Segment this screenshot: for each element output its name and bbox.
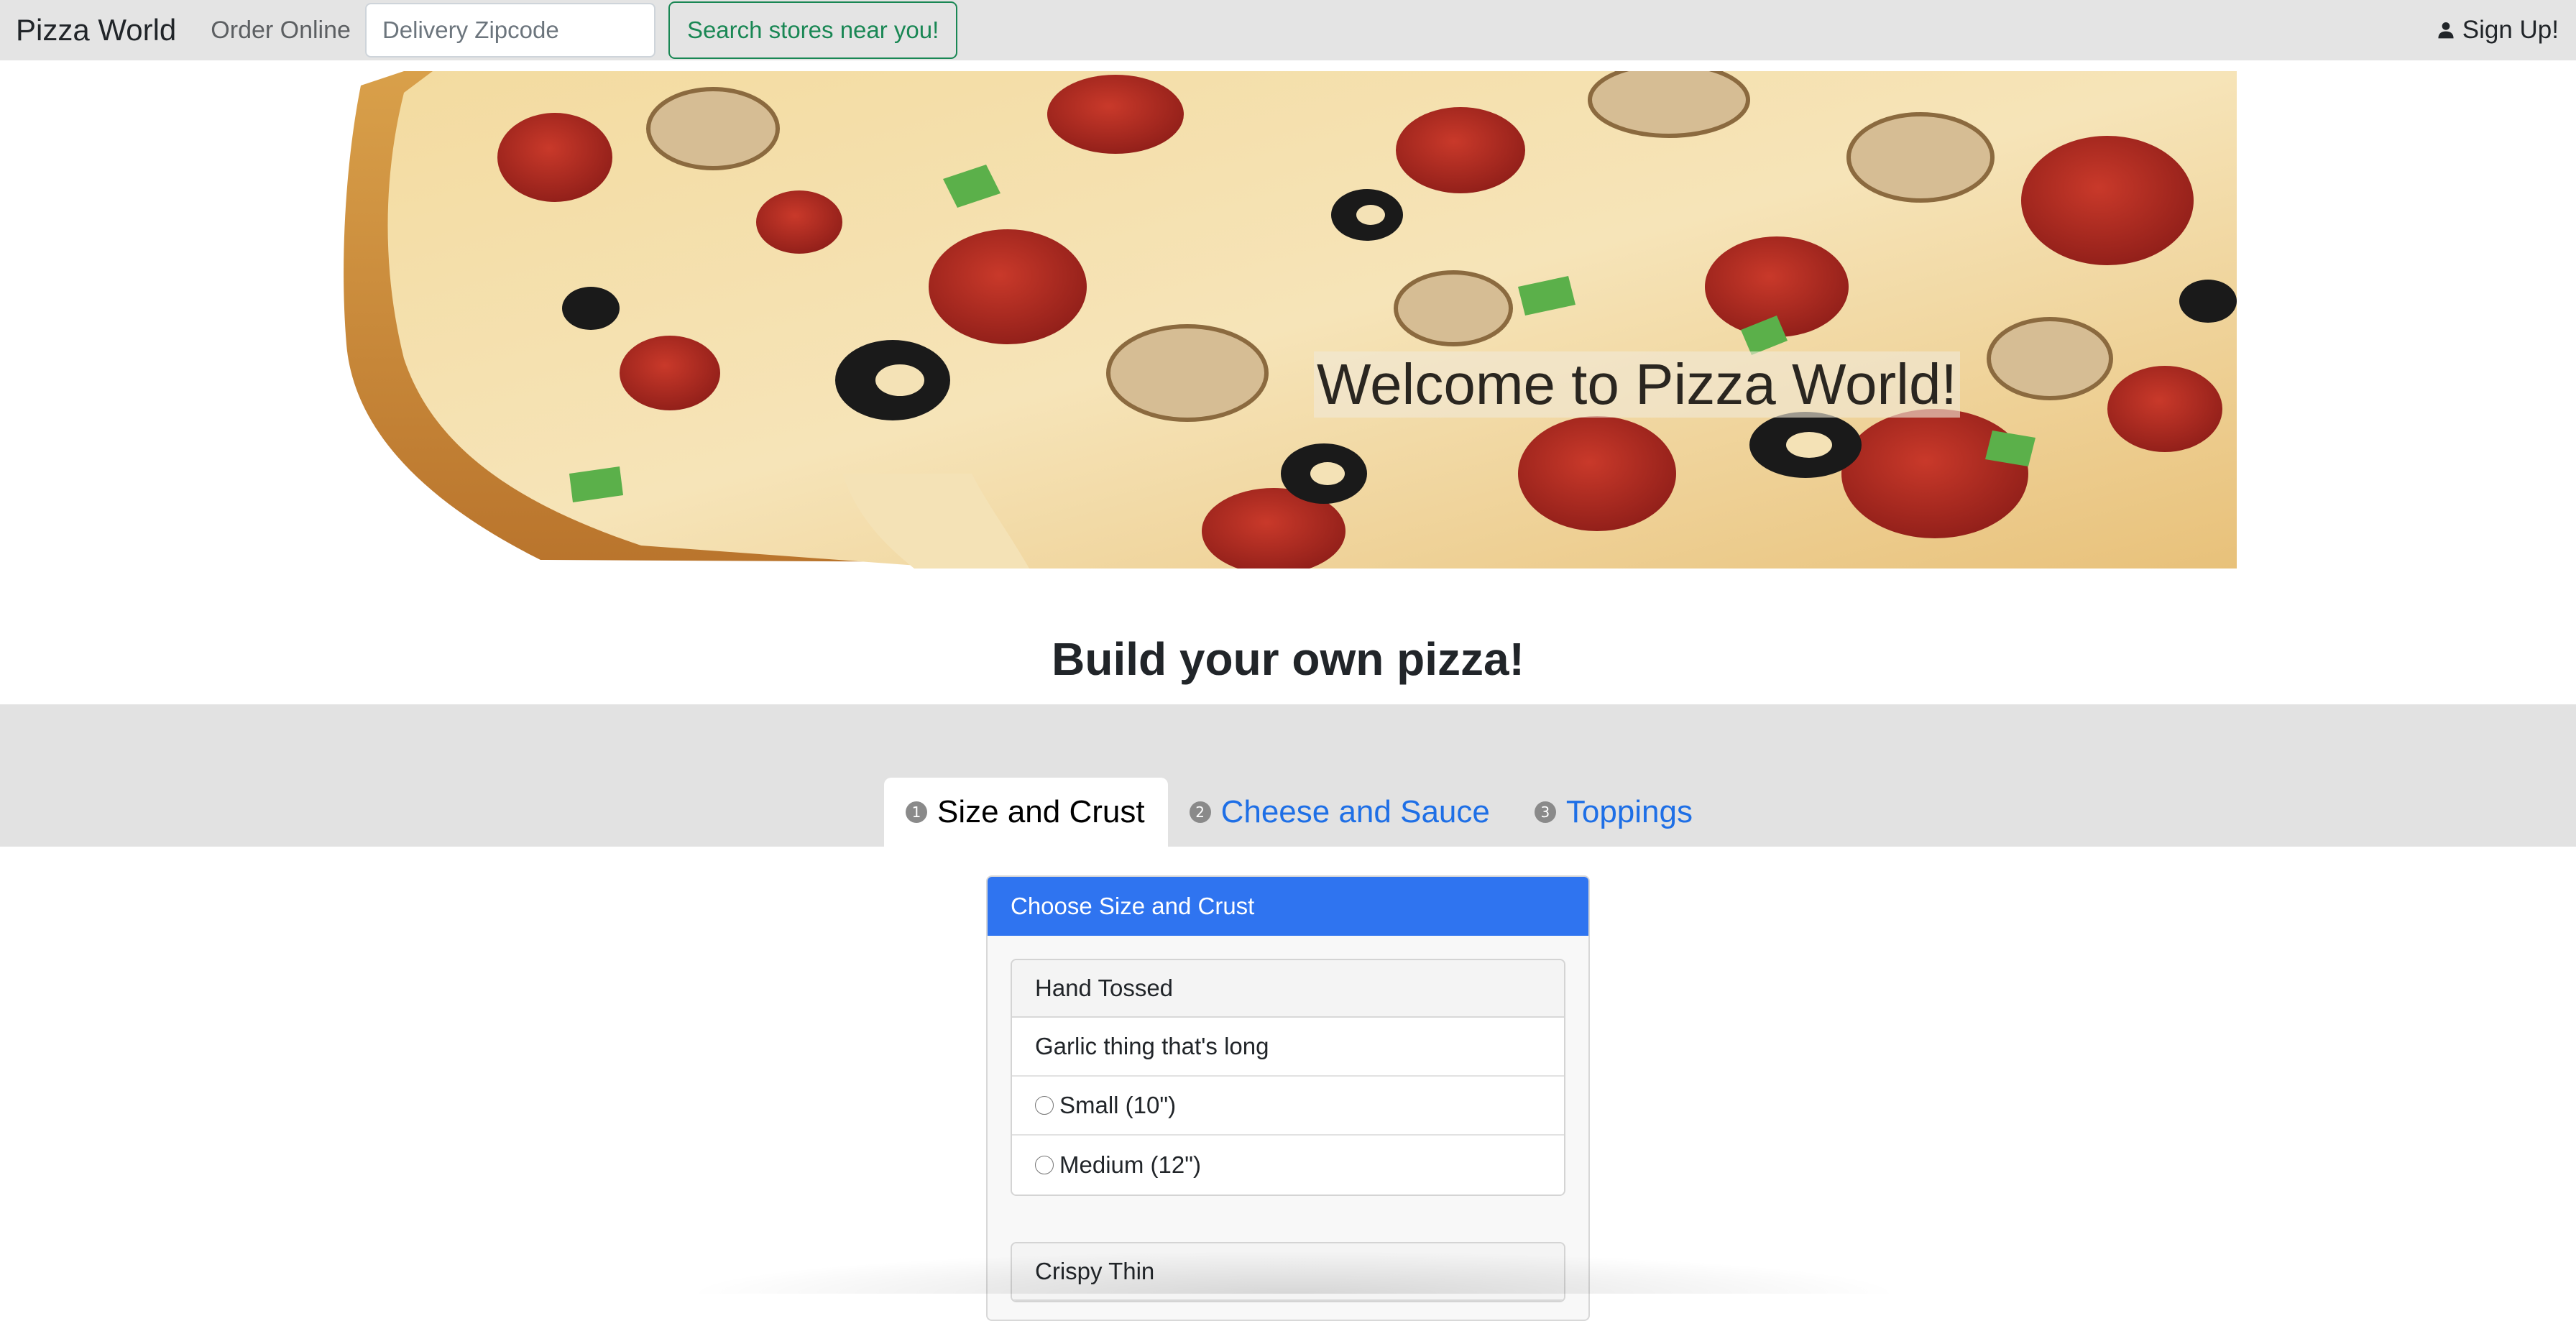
signup-label: Sign Up! — [2462, 16, 2559, 44]
hero-banner: Welcome to Pizza World! — [339, 71, 2237, 569]
person-icon — [2438, 22, 2454, 39]
size-crust-card: Choose Size and Crust Hand Tossed Garlic… — [986, 875, 1590, 1321]
size-option-small[interactable]: Small (10") — [1012, 1077, 1564, 1136]
crust-group-crispy-thin: Crispy Thin — [1011, 1242, 1565, 1302]
tab-cheese-and-sauce[interactable]: 2 Cheese and Sauce — [1168, 778, 1513, 847]
hero-title: Welcome to Pizza World! — [1314, 351, 1960, 418]
builder-tabs: 1 Size and Crust 2 Cheese and Sauce 3 To… — [884, 778, 1716, 847]
zipcode-input[interactable] — [364, 3, 656, 57]
step-3-badge: 3 — [1534, 801, 1556, 823]
step-1-badge: 1 — [906, 801, 927, 823]
signup-link[interactable]: Sign Up! — [2437, 16, 2559, 45]
navbar: Pizza World Order Online Search stores n… — [0, 0, 2576, 60]
crust-name: Hand Tossed — [1012, 960, 1564, 1018]
tab-toppings[interactable]: 3 Toppings — [1513, 778, 1716, 847]
tab-label: Size and Crust — [937, 794, 1145, 829]
card-header: Choose Size and Crust — [988, 877, 1588, 936]
size-medium-radio[interactable] — [1035, 1156, 1054, 1174]
size-option-medium[interactable]: Medium (12") — [1012, 1136, 1564, 1195]
tab-label: Cheese and Sauce — [1220, 794, 1490, 829]
size-option-label: Medium (12") — [1059, 1151, 1201, 1178]
size-small-radio[interactable] — [1035, 1096, 1054, 1115]
search-stores-button[interactable]: Search stores near you! — [668, 1, 958, 59]
order-online-link[interactable]: Order Online — [211, 17, 351, 45]
brand-link[interactable]: Pizza World — [16, 13, 176, 47]
pizza-hero-image — [344, 71, 2237, 569]
build-pizza-title: Build your own pizza! — [1052, 633, 1524, 685]
crust-group-hand-tossed: Hand Tossed Garlic thing that's long Sma… — [1011, 959, 1565, 1196]
size-option-label: Small (10") — [1059, 1092, 1177, 1118]
tab-label: Toppings — [1565, 794, 1693, 829]
step-2-badge: 2 — [1189, 801, 1211, 823]
crust-name: Crispy Thin — [1012, 1243, 1564, 1301]
crust-description: Garlic thing that's long — [1012, 1018, 1564, 1077]
tab-size-and-crust[interactable]: 1 Size and Crust — [884, 778, 1168, 847]
